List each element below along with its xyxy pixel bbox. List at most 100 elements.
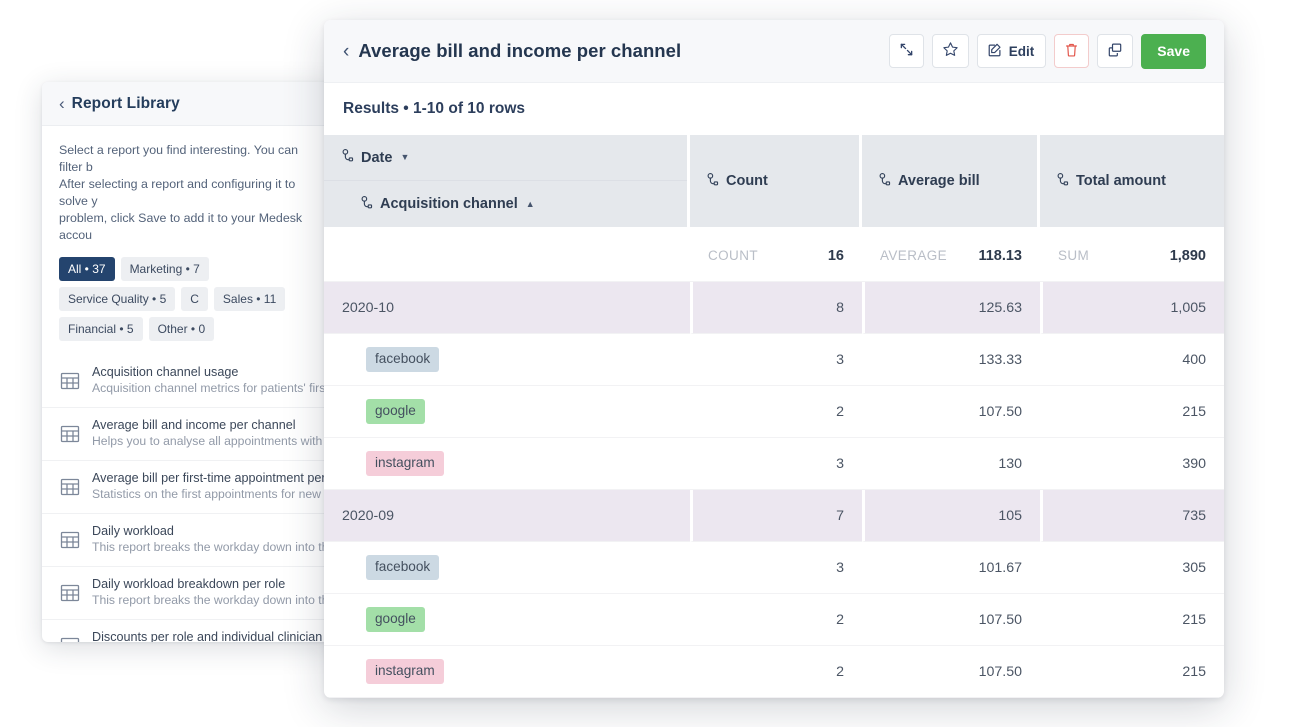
summary-row: COUNT 16 AVERAGE 118.13 SUM 1,890	[324, 230, 1224, 282]
pencil-square-icon	[987, 42, 1003, 61]
column-header-acquisition-channel[interactable]: Acquisition channel ▲	[324, 181, 687, 227]
chevron-left-icon[interactable]: ‹	[343, 42, 349, 61]
page-title: Average bill and income per channel	[358, 40, 681, 62]
favorite-button[interactable]	[932, 34, 969, 68]
summary-value-average: 118.13	[978, 248, 1022, 264]
summary-value-count: 16	[828, 248, 844, 264]
list-item-title: Discounts per role and individual clinic…	[92, 630, 324, 642]
sort-asc-icon[interactable]: ▲	[526, 200, 535, 209]
column-header-count[interactable]: Count	[690, 135, 862, 230]
cell-average-bill: 107.50	[862, 386, 1040, 438]
results-count-text: Results • 1-10 of 10 rows	[343, 100, 525, 118]
cell-date: 2020-10	[324, 282, 690, 334]
save-button[interactable]: Save	[1141, 34, 1206, 69]
expand-button[interactable]	[889, 34, 924, 68]
list-item-description: This report breaks the workday down into…	[92, 540, 324, 555]
list-item-title: Average bill and income per channel	[92, 418, 324, 433]
table-row[interactable]: instagram 3 130 390	[324, 438, 1224, 490]
edit-button-label: Edit	[1009, 44, 1035, 59]
column-header-count-label: Count	[726, 173, 768, 189]
cell-channel: facebook	[324, 542, 690, 594]
cell-channel: google	[324, 386, 690, 438]
report-library-title: Report Library	[72, 95, 180, 113]
table-row[interactable]: 2020-10 8 125.63 1,005	[324, 282, 1224, 334]
summary-cell-sum: SUM 1,890	[1040, 230, 1224, 282]
channel-tag: instagram	[366, 451, 444, 476]
column-header-total-amount[interactable]: Total amount	[1040, 135, 1224, 230]
cell-count: 3	[690, 438, 862, 490]
cell-date: 2020-09	[324, 490, 690, 542]
edit-button[interactable]: Edit	[977, 34, 1047, 68]
table-icon	[59, 582, 81, 604]
table-row[interactable]: google 2 107.50 215	[324, 594, 1224, 646]
trash-icon	[1064, 42, 1079, 61]
list-item-title: Daily workload breakdown per role	[92, 577, 324, 592]
cell-average-bill: 130	[862, 438, 1040, 490]
list-item[interactable]: Daily workload breakdown per role This r…	[42, 566, 340, 619]
channel-tag: facebook	[366, 347, 439, 372]
list-item-title: Acquisition channel usage	[92, 365, 324, 380]
cell-channel: instagram	[324, 646, 690, 698]
chip-marketing[interactable]: Marketing • 7	[121, 257, 209, 281]
chip-all[interactable]: All • 37	[59, 257, 115, 281]
chevron-left-icon[interactable]: ‹	[59, 95, 65, 112]
list-item-description: Acquisition channel metrics for patients…	[92, 381, 324, 396]
cell-channel: facebook	[324, 334, 690, 386]
delete-button[interactable]	[1054, 34, 1089, 68]
list-item[interactable]: Average bill and income per channel Help…	[42, 407, 340, 460]
cell-total-amount: 400	[1040, 334, 1224, 386]
cell-total-amount: 390	[1040, 438, 1224, 490]
table-icon	[59, 370, 81, 392]
chip-service-quality[interactable]: Service Quality • 5	[59, 287, 175, 311]
cell-count: 2	[690, 386, 862, 438]
list-item[interactable]: Discounts per role and individual clinic…	[42, 619, 340, 642]
list-item-title: Average bill per first-time appointment …	[92, 471, 324, 486]
cell-average-bill: 107.50	[862, 594, 1040, 646]
cell-count: 2	[690, 594, 862, 646]
summary-fn-sum: SUM	[1058, 248, 1089, 263]
chip-clipped[interactable]: C	[181, 287, 208, 311]
table-row[interactable]: facebook 3 101.67 305	[324, 542, 1224, 594]
cell-count: 3	[690, 542, 862, 594]
table-row[interactable]: facebook 3 133.33 400	[324, 334, 1224, 386]
sort-desc-icon[interactable]: ▼	[400, 153, 409, 162]
summary-fn-count: COUNT	[708, 248, 758, 263]
summary-value-sum: 1,890	[1170, 248, 1206, 264]
modal-toolbar: Edit	[889, 34, 1206, 69]
chip-other[interactable]: Other • 0	[149, 317, 215, 341]
cell-average-bill: 105	[862, 490, 1040, 542]
list-item-description: Helps you to analyse all appointments wi…	[92, 434, 324, 449]
report-list: Acquisition channel usage Acquisition ch…	[42, 355, 340, 642]
channel-tag: google	[366, 399, 425, 424]
cell-channel: instagram	[324, 438, 690, 490]
column-header-average-bill[interactable]: Average bill	[862, 135, 1040, 230]
table-row[interactable]: instagram 2 107.50 215	[324, 646, 1224, 698]
column-header-acquisition-channel-label: Acquisition channel	[380, 196, 518, 212]
summary-cell-average: AVERAGE 118.13	[862, 230, 1040, 282]
duplicate-button[interactable]	[1097, 34, 1133, 68]
chip-sales[interactable]: Sales • 11	[214, 287, 285, 311]
channel-tag: facebook	[366, 555, 439, 580]
cell-average-bill: 107.50	[862, 646, 1040, 698]
column-header-date[interactable]: Date ▼	[324, 135, 687, 181]
star-icon	[942, 41, 959, 61]
results-bar: Results • 1-10 of 10 rows	[324, 83, 1224, 135]
column-header-date-label: Date	[361, 150, 392, 166]
report-library-header: ‹ Report Library	[42, 82, 340, 126]
channel-tag: instagram	[366, 659, 444, 684]
cell-count: 2	[690, 646, 862, 698]
field-icon	[341, 148, 355, 167]
list-item[interactable]: Daily workload This report breaks the wo…	[42, 513, 340, 566]
chip-financial[interactable]: Financial • 5	[59, 317, 143, 341]
table-row[interactable]: 2020-09 7 105 735	[324, 490, 1224, 542]
table-row[interactable]: google 2 107.50 215	[324, 386, 1224, 438]
list-item[interactable]: Average bill per first-time appointment …	[42, 460, 340, 513]
report-table-wrapper: Date ▼ Acquisition channel ▲	[324, 135, 1224, 698]
cell-total-amount: 1,005	[1040, 282, 1224, 334]
list-item[interactable]: Acquisition channel usage Acquisition ch…	[42, 355, 340, 407]
category-filter-chips: All • 37 Marketing • 7 Service Quality •…	[59, 257, 324, 341]
cell-total-amount: 735	[1040, 490, 1224, 542]
field-icon	[706, 172, 720, 191]
cell-count: 8	[690, 282, 862, 334]
table-icon	[59, 635, 81, 643]
